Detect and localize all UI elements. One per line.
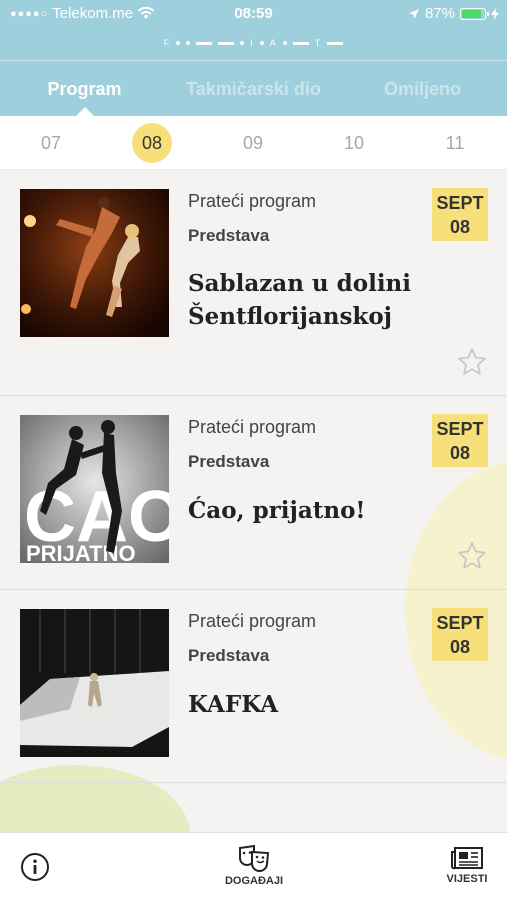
nav-news[interactable]: VIJESTI	[442, 846, 492, 885]
event-month: SEPT	[436, 613, 484, 633]
event-card[interactable]: Prateći program Predstava KAFKA SEPT 08	[0, 590, 507, 783]
festival-logo: F I A T	[0, 35, 507, 51]
event-day: 08	[449, 637, 471, 657]
info-button[interactable]	[20, 852, 50, 885]
event-month: SEPT	[436, 419, 484, 439]
event-card[interactable]: ĆAO PRIJATNO Prateći program Predstava Ć…	[0, 396, 507, 590]
event-card[interactable]: Prateći program Predstava Sablazan u dol…	[0, 170, 507, 396]
event-category: Prateći program	[188, 191, 317, 211]
favorite-star-icon[interactable]	[457, 541, 487, 571]
event-type: Predstava	[188, 646, 270, 665]
battery-icon	[460, 7, 489, 20]
favorite-star-icon[interactable]	[457, 347, 487, 377]
svg-text:PRIJATNO: PRIJATNO	[26, 541, 136, 563]
event-date-badge: SEPT 08	[432, 414, 488, 467]
date-item-07[interactable]: 07	[31, 123, 71, 163]
date-item-08[interactable]: 08	[132, 123, 172, 163]
date-item-10[interactable]: 10	[334, 123, 374, 163]
date-selector: 07 08 09 10 11	[0, 116, 507, 170]
newspaper-icon	[451, 847, 483, 870]
event-type: Predstava	[188, 452, 270, 471]
event-list: Prateći program Predstava Sablazan u dol…	[0, 170, 507, 832]
tab-program[interactable]: Program	[0, 61, 169, 116]
status-bar: ●●●●○ Telekom.me 08:59 87%	[0, 0, 507, 28]
tab-bar: Program Takmičarski dio Omiljeno	[0, 60, 507, 116]
event-day: 08	[449, 217, 471, 237]
event-date-badge: SEPT 08	[432, 188, 488, 241]
event-image	[20, 189, 169, 337]
event-type: Predstava	[188, 226, 270, 245]
battery-percent: 87%	[424, 5, 455, 22]
date-item-11[interactable]: 11	[435, 123, 475, 163]
event-date-badge: SEPT 08	[432, 608, 488, 661]
nav-news-label: VIJESTI	[446, 873, 488, 885]
date-item-09[interactable]: 09	[233, 123, 273, 163]
app-header: ●●●●○ Telekom.me 08:59 87% F I A T Progr…	[0, 0, 507, 116]
event-image	[20, 609, 169, 757]
charging-icon	[491, 7, 499, 20]
theater-masks-icon	[239, 844, 270, 872]
event-category: Prateći program	[188, 417, 317, 437]
event-title: KAFKA	[188, 691, 279, 718]
event-month: SEPT	[436, 193, 484, 213]
location-arrow-icon	[408, 8, 419, 19]
info-icon	[21, 853, 49, 881]
bottom-nav: DOGAĐAJI VIJESTI	[0, 832, 507, 900]
event-category: Prateći program	[188, 611, 317, 631]
event-title: Sablazan u dolini Šentflorijanskoj	[188, 270, 412, 330]
event-day: 08	[449, 443, 471, 463]
event-title: Ćao, prijatno!	[188, 497, 366, 524]
tab-favorites[interactable]: Omiljeno	[338, 61, 507, 116]
event-image: ĆAO PRIJATNO	[20, 415, 169, 563]
nav-events-label: DOGAĐAJI	[224, 875, 284, 887]
nav-events[interactable]: DOGAĐAJI	[221, 844, 287, 887]
tab-competition[interactable]: Takmičarski dio	[169, 61, 338, 116]
